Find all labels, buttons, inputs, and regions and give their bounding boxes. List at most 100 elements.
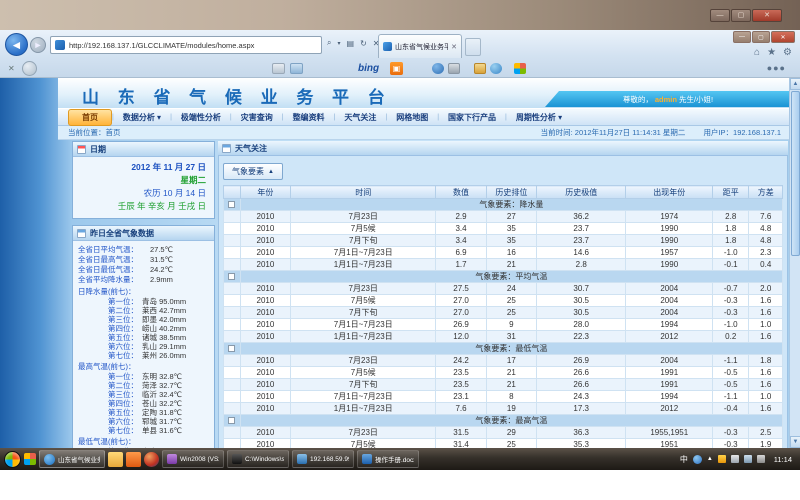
search-icon[interactable]: ⌕ <box>327 38 331 48</box>
page-scrollbar[interactable]: ▲ ▼ <box>789 78 800 448</box>
taskbar-window-button[interactable]: Win2008 (VS2... <box>162 450 224 468</box>
clock[interactable]: 11:14 <box>774 455 792 464</box>
column-header: 年份 <box>240 186 290 199</box>
table-row[interactable]: 20107月下旬27.02530.52004-0.31.6 <box>224 307 783 319</box>
browser-tab[interactable]: 山东省气候业务平... ✕ <box>378 34 462 58</box>
element-filter-button[interactable]: 气象要素 ▲ <box>223 163 283 180</box>
table-cell: -0.3 <box>713 295 749 307</box>
forward-button[interactable]: ► <box>30 37 46 53</box>
speaker-icon[interactable] <box>757 455 765 463</box>
rank-value: 郓城 31.7℃ <box>142 417 182 426</box>
table-row[interactable]: 20107月下旬3.43523.719901.84.8 <box>224 235 783 247</box>
table-row[interactable]: 20107月1日~7月23日23.1824.31994-1.11.0 <box>224 391 783 403</box>
nav-item-1[interactable]: 数据分析 ▾ <box>114 110 170 125</box>
table-cell: 1974 <box>626 211 713 223</box>
rank-label: 第六位： <box>108 342 142 351</box>
taskbar-window-button[interactable]: 192.168.59.99... <box>292 450 354 468</box>
table-row[interactable]: 20101月1日~7月23日7.61917.32012-0.41.6 <box>224 403 783 415</box>
table-row[interactable]: 20107月23日27.52430.72004-0.72.0 <box>224 283 783 295</box>
table-row[interactable]: 20107月1日~7月23日26.9928.01994-1.01.0 <box>224 319 783 331</box>
tray-app-icon[interactable] <box>693 455 702 464</box>
toolbar-icon-3[interactable] <box>474 63 486 74</box>
taskbar-ie-label: 山东省气候业务平... <box>58 454 100 464</box>
table-cell: 12.0 <box>436 331 486 343</box>
toolbar-icon-2[interactable] <box>448 63 460 74</box>
table-row[interactable]: 20107月下旬23.52126.61991-0.51.6 <box>224 379 783 391</box>
checkbox[interactable] <box>228 417 235 424</box>
tab-close-icon[interactable]: ✕ <box>451 43 457 51</box>
taskbar-window-button[interactable]: C:\Windows\s... <box>227 450 289 468</box>
nav-item-7[interactable]: 国家下行产品 <box>439 110 505 125</box>
scroll-up-icon[interactable]: ▲ <box>790 78 800 90</box>
nav-item-4[interactable]: 整编资料 <box>284 110 334 125</box>
table-row[interactable]: 20101月1日~7月23日1.7212.81990-0.10.4 <box>224 259 783 271</box>
start-button[interactable] <box>4 451 21 468</box>
compass-icon[interactable] <box>22 61 37 76</box>
media-player-icon[interactable] <box>144 452 159 467</box>
taskbar-window-button[interactable]: 操作手册.docx -... <box>357 450 419 468</box>
nav-item-2[interactable]: 极端性分析 <box>172 110 230 125</box>
nav-item-3[interactable]: 灾害查询 <box>232 110 282 125</box>
scroll-down-icon[interactable]: ▼ <box>790 436 800 448</box>
table-cell: 1990 <box>626 259 713 271</box>
folder-icon[interactable] <box>108 452 123 467</box>
launcher-icon[interactable] <box>24 453 36 465</box>
address-bar[interactable]: http://192.168.137.1/GLCCLIMATE/modules/… <box>50 36 322 54</box>
chevron-up-icon: ▲ <box>268 169 274 175</box>
mail-icon[interactable] <box>272 63 285 74</box>
toolbar-icon-4[interactable] <box>490 63 502 74</box>
minimize-icon[interactable]: — <box>710 9 730 22</box>
table-cell: 1991 <box>626 367 713 379</box>
checkbox[interactable] <box>228 273 235 280</box>
table-cell: 2010 <box>240 379 290 391</box>
stat-value: 24.2℃ <box>150 265 173 275</box>
tray-warning-icon[interactable] <box>718 455 726 463</box>
browser-minimize-icon[interactable]: — <box>733 31 751 43</box>
table-row[interactable]: 20107月5候3.43523.719901.84.8 <box>224 223 783 235</box>
checkbox[interactable] <box>228 345 235 352</box>
browser-close-icon[interactable]: ✕ <box>771 31 795 43</box>
nav-item-0[interactable]: 首页 <box>68 109 112 126</box>
close-icon[interactable]: ✕ <box>752 9 782 22</box>
ime-indicator[interactable]: 中 <box>680 454 688 465</box>
compatibility-view-icon[interactable]: ▤ <box>347 39 355 48</box>
action-center-flag-icon[interactable] <box>731 455 739 463</box>
toolbar-icon-1[interactable] <box>432 63 444 74</box>
table-cell: 1.6 <box>749 379 783 391</box>
refresh-icon[interactable]: ↻ <box>360 39 367 48</box>
tray-expand-icon[interactable]: ▲ <box>707 456 713 462</box>
nav-item-5[interactable]: 天气关注 <box>335 110 385 125</box>
table-row[interactable]: 20107月5候27.02530.52004-0.31.6 <box>224 295 783 307</box>
rank-value: 东明 32.8℃ <box>142 372 182 381</box>
app-orange-icon[interactable] <box>126 452 141 467</box>
dropdown-icon[interactable]: ▾ <box>337 40 340 47</box>
toolbar-app-icon[interactable]: ▣ <box>390 62 403 75</box>
toolbar-icon-5[interactable] <box>514 63 526 74</box>
rank-line: 第七位：单县 31.6℃ <box>78 426 209 435</box>
back-button[interactable]: ◄ <box>5 33 28 56</box>
nav-item-6[interactable]: 网格地图 <box>387 110 437 125</box>
message-icon[interactable] <box>290 63 303 74</box>
network-icon[interactable] <box>744 455 752 463</box>
checkbox[interactable] <box>228 201 235 208</box>
table-row[interactable]: 20107月1日~7月23日6.91614.61957-1.02.3 <box>224 247 783 259</box>
favorites-star-icon[interactable]: ★ <box>767 47 776 58</box>
row-lead-cell <box>224 247 241 259</box>
maximize-icon[interactable]: ▢ <box>731 9 751 22</box>
table-row[interactable]: 20107月23日31.52936.31955,1951-0.32.5 <box>224 427 783 439</box>
table-row[interactable]: 20107月23日2.92736.219742.87.6 <box>224 211 783 223</box>
table-row[interactable]: 20101月1日~7月23日12.03122.320120.21.6 <box>224 331 783 343</box>
table-row[interactable]: 20107月5候23.52126.61991-0.51.6 <box>224 367 783 379</box>
table-row[interactable]: 20107月5候31.42535.31951-0.31.9 <box>224 439 783 449</box>
scrollbar-thumb[interactable] <box>791 91 800 256</box>
browser-maximize-icon[interactable]: ▢ <box>752 31 770 43</box>
settings-gear-icon[interactable]: ⚙ <box>783 47 792 58</box>
new-tab-button[interactable] <box>465 38 481 56</box>
nav-item-8[interactable]: 周期性分析 ▾ <box>507 110 571 125</box>
more-options-icon[interactable]: ●●● <box>767 63 786 73</box>
table-row[interactable]: 20107月23日24.21726.92004-1.11.8 <box>224 355 783 367</box>
bing-logo[interactable]: bing <box>358 63 379 74</box>
commandbar-close-icon[interactable]: ✕ <box>8 64 15 73</box>
taskbar-ie-button[interactable]: 山东省气候业务平... <box>39 450 105 468</box>
home-icon[interactable]: ⌂ <box>754 47 760 58</box>
